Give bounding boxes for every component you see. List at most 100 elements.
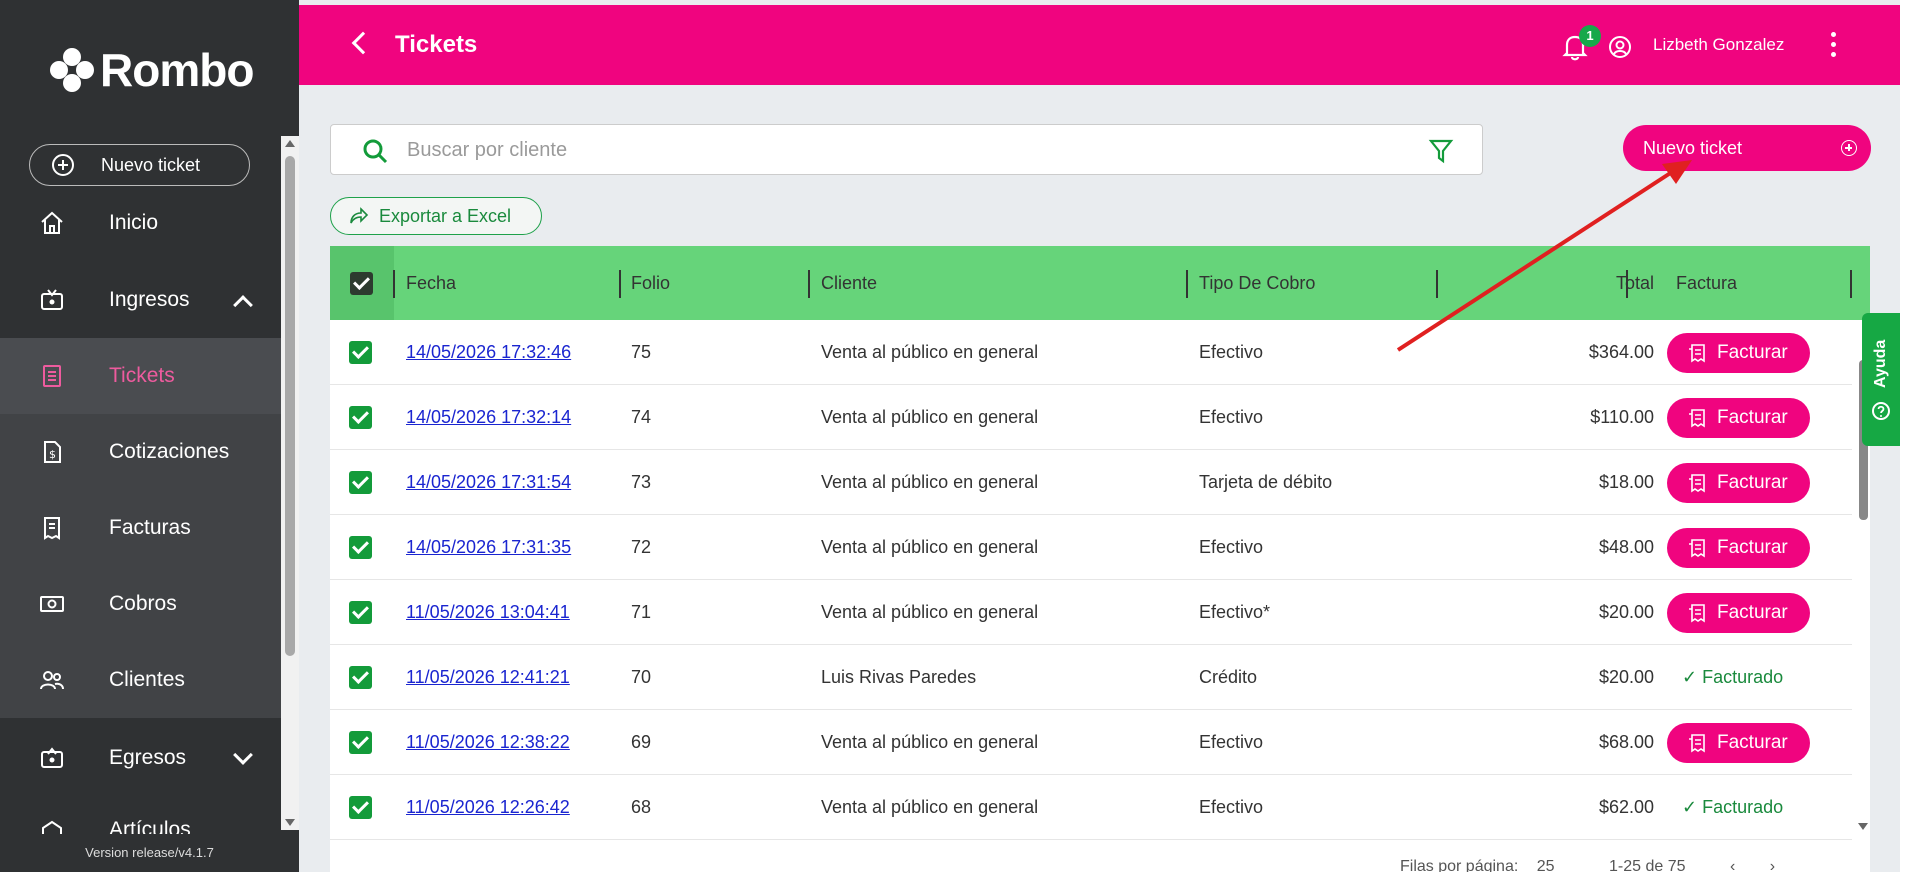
facturar-button[interactable]: Facturar <box>1667 398 1810 438</box>
row-checkbox[interactable] <box>349 601 372 624</box>
sidebar-item-cobros[interactable]: Cobros <box>0 566 281 642</box>
row-tipo-cobro: Efectivo <box>1199 342 1264 362</box>
row-cliente: Venta al público en general <box>821 342 1039 362</box>
sidebar-item-label: Cotizaciones <box>109 440 230 463</box>
row-cliente: Venta al público en general <box>821 797 1039 817</box>
user-avatar-icon[interactable] <box>1608 35 1632 59</box>
sidebar-item-label: Cobros <box>109 592 177 615</box>
filter-icon[interactable] <box>1428 138 1454 164</box>
ticket-icon <box>43 365 61 387</box>
facturar-label: Facturar <box>1717 537 1788 558</box>
row-date-link[interactable]: 14/05/2026 17:32:14 <box>406 385 571 450</box>
sidebar-item-label: Egresos <box>109 746 187 769</box>
facturar-button[interactable]: Facturar <box>1667 463 1810 503</box>
version-label: Version release/v4.1.7 <box>0 834 299 872</box>
clients-icon <box>40 671 64 690</box>
sidebar-item-label: Clientes <box>109 668 185 691</box>
sidebar-new-ticket-label: Nuevo ticket <box>101 154 201 175</box>
invoice-icon <box>1689 539 1705 558</box>
pagination-range: 1-25 de 75 <box>1609 858 1686 872</box>
sidebar-item-label: Facturas <box>109 516 191 539</box>
table-row[interactable]: 11/05/2026 12:26:42 68 Venta al público … <box>330 775 1852 840</box>
row-date-link[interactable]: 11/05/2026 13:04:41 <box>406 580 570 645</box>
row-tipo-cobro: Efectivo <box>1199 797 1264 817</box>
row-folio: 75 <box>631 342 652 362</box>
user-name[interactable]: Lizbeth Gonzalez <box>1653 35 1784 55</box>
row-tipo-cobro: Crédito <box>1199 667 1258 687</box>
sidebar-item-cotizaciones[interactable]: $ Cotizaciones <box>0 414 281 490</box>
column-header-cliente[interactable]: Cliente <box>821 246 877 320</box>
column-header-fecha[interactable]: Fecha <box>406 246 456 320</box>
row-date-link[interactable]: 14/05/2026 17:31:54 <box>406 450 571 515</box>
plus-circle-icon <box>52 154 74 176</box>
brand-logo[interactable]: Rombo <box>50 44 254 96</box>
column-header-folio[interactable]: Folio <box>631 246 670 320</box>
sidebar-scrollbar[interactable] <box>281 136 299 830</box>
row-checkbox[interactable] <box>349 341 372 364</box>
row-total: $48.00 <box>1598 537 1654 557</box>
search-input[interactable] <box>407 135 1407 165</box>
facturar-button[interactable]: Facturar <box>1667 723 1810 763</box>
prev-page-icon[interactable]: ‹ <box>1730 858 1735 872</box>
table-row[interactable]: 14/05/2026 17:31:35 72 Venta al público … <box>330 515 1852 580</box>
help-tab[interactable]: Ayuda <box>1862 313 1900 446</box>
scroll-up-arrow-icon[interactable] <box>285 140 295 147</box>
select-all-checkbox[interactable] <box>350 272 373 295</box>
sidebar-item-clientes[interactable]: Clientes <box>0 642 281 718</box>
scroll-down-arrow-icon[interactable] <box>1858 823 1868 830</box>
facturar-button[interactable]: Facturar <box>1667 333 1810 373</box>
chevron-up-icon <box>233 295 253 315</box>
invoice-icon <box>1689 474 1705 493</box>
row-date-link[interactable]: 11/05/2026 12:38:22 <box>406 710 570 775</box>
page-scrollbar[interactable] <box>1900 0 1912 872</box>
sidebar-item-inicio[interactable]: Inicio <box>0 185 281 261</box>
rows-per-page-select[interactable]: 25 <box>1537 858 1555 872</box>
sidebar-item-egresos[interactable]: Egresos <box>0 720 281 796</box>
table-row[interactable]: 14/05/2026 17:32:14 74 Venta al público … <box>330 385 1852 450</box>
sidebar-item-label: Inicio <box>109 211 159 234</box>
table-row[interactable]: 11/05/2026 12:38:22 69 Venta al público … <box>330 710 1852 775</box>
row-folio: 69 <box>631 732 652 752</box>
sidebar-new-ticket-button[interactable]: Nuevo ticket <box>29 144 250 186</box>
column-header-total[interactable]: Total <box>1500 246 1654 320</box>
sidebar-item-articulos[interactable]: Artículos <box>0 796 281 834</box>
invoice-icon <box>1689 344 1705 363</box>
search-icon <box>363 139 388 164</box>
table-row[interactable]: 14/05/2026 17:31:54 73 Venta al público … <box>330 450 1852 515</box>
sidebar-item-facturas[interactable]: Facturas <box>0 490 281 566</box>
row-checkbox[interactable] <box>349 796 372 819</box>
table-row[interactable]: 11/05/2026 12:41:21 70 Luis Rivas Parede… <box>330 645 1852 710</box>
row-date-link[interactable]: 11/05/2026 12:26:42 <box>406 775 570 840</box>
facturar-label: Facturar <box>1717 472 1788 493</box>
row-cliente: Venta al público en general <box>821 407 1039 427</box>
facturado-status: ✓ Facturado <box>1682 797 1784 817</box>
facturar-button[interactable]: Facturar <box>1667 528 1810 568</box>
row-checkbox[interactable] <box>349 536 372 559</box>
more-options-icon[interactable] <box>1831 32 1837 58</box>
row-checkbox[interactable] <box>349 666 372 689</box>
export-excel-button[interactable]: Exportar a Excel <box>330 197 542 235</box>
row-cliente: Venta al público en general <box>821 732 1039 752</box>
scroll-down-arrow-icon[interactable] <box>285 819 295 826</box>
sidebar-item-ingresos[interactable]: Ingresos <box>0 262 281 338</box>
row-date-link[interactable]: 14/05/2026 17:32:46 <box>406 320 571 385</box>
row-checkbox[interactable] <box>349 406 372 429</box>
new-ticket-label: Nuevo ticket <box>1643 137 1743 158</box>
table-row[interactable]: 14/05/2026 17:32:46 75 Venta al público … <box>330 320 1852 385</box>
back-arrow-icon[interactable] <box>351 31 375 55</box>
row-total: $20.00 <box>1598 602 1654 622</box>
sidebar-item-tickets[interactable]: Tickets <box>0 338 281 414</box>
column-header-tipo-cobro[interactable]: Tipo De Cobro <box>1199 246 1315 320</box>
row-date-link[interactable]: 11/05/2026 12:41:21 <box>406 645 570 710</box>
row-checkbox[interactable] <box>349 471 372 494</box>
scrollbar-thumb[interactable] <box>285 156 295 656</box>
row-checkbox[interactable] <box>349 731 372 754</box>
column-header-factura: Factura <box>1676 273 1738 293</box>
row-tipo-cobro: Efectivo <box>1199 732 1264 752</box>
new-ticket-button[interactable]: Nuevo ticket <box>1623 125 1871 171</box>
next-page-icon[interactable]: › <box>1770 858 1775 872</box>
row-tipo-cobro: Efectivo <box>1199 407 1264 427</box>
facturar-button[interactable]: Facturar <box>1667 593 1810 633</box>
row-date-link[interactable]: 14/05/2026 17:31:35 <box>406 515 571 580</box>
table-row[interactable]: 11/05/2026 13:04:41 71 Venta al público … <box>330 580 1852 645</box>
